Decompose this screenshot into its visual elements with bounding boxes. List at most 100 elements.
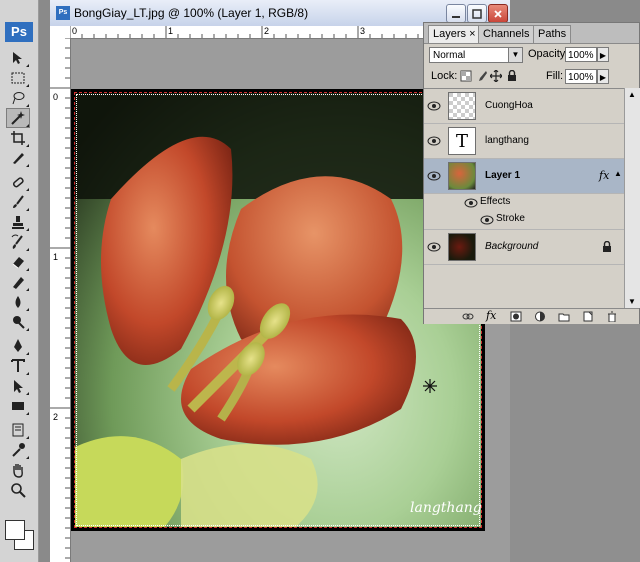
- new-layer-icon[interactable]: [582, 311, 594, 322]
- trash-icon[interactable]: [606, 311, 618, 322]
- notes-tool-icon[interactable]: [6, 420, 30, 440]
- healing-brush-tool-icon[interactable]: [6, 172, 30, 192]
- ruler-label: 0: [72, 26, 78, 36]
- ruler-label: 2: [264, 26, 270, 36]
- scroll-down-icon[interactable]: ▼: [628, 297, 636, 306]
- eye-icon[interactable]: [480, 215, 494, 225]
- maximize-button[interactable]: [467, 4, 487, 23]
- clone-stamp-tool-icon[interactable]: [6, 212, 30, 232]
- blend-mode-value: Normal: [433, 50, 466, 61]
- history-brush-tool-icon[interactable]: [6, 232, 30, 252]
- fx-icon[interactable]: fx: [599, 169, 609, 182]
- minimize-icon: [452, 15, 460, 18]
- tab-channels[interactable]: Channels: [478, 25, 535, 43]
- document-title: BongGiay_LT.jpg @ 100% (Layer 1, RGB/8): [74, 6, 309, 20]
- lock-all-icon[interactable]: [506, 70, 518, 82]
- magic-wand-tool-icon[interactable]: [6, 108, 30, 128]
- eye-icon[interactable]: [427, 136, 441, 146]
- lasso-tool-icon[interactable]: [6, 88, 30, 108]
- layer-name: langthang: [485, 135, 529, 146]
- layer-row-cuonghoa[interactable]: CuongHoa: [424, 89, 624, 124]
- add-mask-icon[interactable]: [510, 311, 522, 322]
- ruler-label: 0: [53, 92, 59, 102]
- gradient-tool-icon[interactable]: [6, 272, 30, 292]
- fill-input[interactable]: 100%: [565, 69, 597, 84]
- move-tool-icon[interactable]: [6, 48, 30, 68]
- hand-tool-icon[interactable]: [6, 460, 30, 480]
- dodge-tool-icon[interactable]: [6, 312, 30, 332]
- layer-thumbnail: [448, 233, 476, 261]
- layer-name: CuongHoa: [485, 100, 533, 111]
- fill-label: Fill:: [546, 70, 564, 82]
- lock-icon: [603, 241, 611, 252]
- lock-pixels-icon[interactable]: [476, 70, 488, 82]
- workspace-background: [510, 324, 640, 562]
- ruler-label: 2: [53, 412, 59, 422]
- layer-row-langthang[interactable]: T langthang: [424, 124, 624, 159]
- fill-slider-button[interactable]: ▶: [597, 69, 609, 84]
- effects-label: Effects: [480, 196, 511, 207]
- opacity-slider-button[interactable]: ▶: [597, 47, 609, 62]
- adjustment-layer-icon[interactable]: [534, 311, 546, 322]
- close-button[interactable]: [488, 4, 508, 23]
- zoom-tool-icon[interactable]: [6, 480, 30, 500]
- blend-mode-select[interactable]: Normal ▼: [429, 47, 523, 63]
- effects-row[interactable]: Effects: [424, 194, 624, 211]
- eye-icon[interactable]: [427, 242, 441, 252]
- tab-layers[interactable]: Layers ×: [428, 25, 481, 43]
- foreground-color-swatch[interactable]: [5, 520, 25, 540]
- layers-scrollbar[interactable]: ▲ ▼: [624, 88, 640, 308]
- stroke-effect-row[interactable]: Stroke: [424, 211, 624, 228]
- opacity-label: Opacity:: [528, 48, 569, 60]
- panel-tabs: Layers × Channels Paths: [424, 23, 639, 44]
- new-group-icon[interactable]: [558, 311, 570, 322]
- path-selection-tool-icon[interactable]: [6, 376, 30, 396]
- scroll-up-icon[interactable]: ▲: [628, 90, 636, 99]
- add-layer-style-icon[interactable]: fx: [486, 309, 496, 322]
- layer-row-layer-1[interactable]: Layer 1 fx ▲: [424, 159, 624, 194]
- ruler-label: 3: [360, 26, 366, 36]
- vertical-ruler[interactable]: 0 1 2: [50, 38, 71, 562]
- tab-paths[interactable]: Paths: [533, 25, 572, 43]
- eyedropper-tool-icon[interactable]: [6, 440, 30, 460]
- eye-icon[interactable]: [464, 198, 478, 208]
- lock-transparency-icon[interactable]: [460, 70, 472, 82]
- ruler-label: 1: [168, 26, 174, 36]
- layer-row-background[interactable]: Background: [424, 229, 624, 265]
- eye-icon[interactable]: [427, 101, 441, 111]
- ruler-ticks-left: [50, 38, 70, 559]
- maximize-icon: [472, 8, 482, 19]
- eraser-tool-icon[interactable]: [6, 252, 30, 272]
- stroke-label: Stroke: [496, 213, 525, 224]
- layer-name: Background: [485, 241, 539, 252]
- photoshop-doc-icon: Ps: [56, 6, 70, 20]
- brush-tool-icon[interactable]: [6, 192, 30, 212]
- layers-panel: Layers × Channels Paths Normal ▼ Opacity…: [423, 22, 640, 324]
- photoshop-logo: Ps: [5, 22, 33, 42]
- ruler-label: 1: [53, 252, 59, 262]
- type-tool-icon[interactable]: [6, 356, 30, 376]
- layer-list: CuongHoa T langthang Layer 1 fx ▲ Effect…: [424, 88, 624, 309]
- opacity-input[interactable]: 100%: [565, 47, 597, 62]
- chevron-up-icon[interactable]: ▲: [614, 169, 622, 178]
- slice-tool-icon[interactable]: [6, 148, 30, 168]
- blur-tool-icon[interactable]: [6, 292, 30, 312]
- magic-wand-cursor-icon: [423, 379, 437, 393]
- pen-tool-icon[interactable]: [6, 336, 30, 356]
- lock-label: Lock:: [431, 70, 458, 82]
- rectangle-tool-icon[interactable]: [6, 396, 30, 416]
- eye-icon[interactable]: [427, 171, 441, 181]
- toolbox: Ps: [0, 0, 39, 562]
- crop-tool-icon[interactable]: [6, 128, 30, 148]
- watermark-text: langthang: [410, 500, 482, 516]
- link-layers-icon[interactable]: [462, 311, 474, 322]
- minimize-button[interactable]: [446, 4, 466, 23]
- marquee-tool-icon[interactable]: [6, 68, 30, 88]
- layer-name: Layer 1: [485, 170, 521, 181]
- layer-thumbnail: [448, 162, 476, 190]
- lock-position-icon[interactable]: [490, 70, 502, 82]
- panel-bottom-bar: fx: [424, 308, 639, 324]
- layer-thumbnail: [448, 92, 476, 120]
- chevron-down-icon: ▼: [508, 48, 522, 62]
- close-icon: [494, 9, 502, 18]
